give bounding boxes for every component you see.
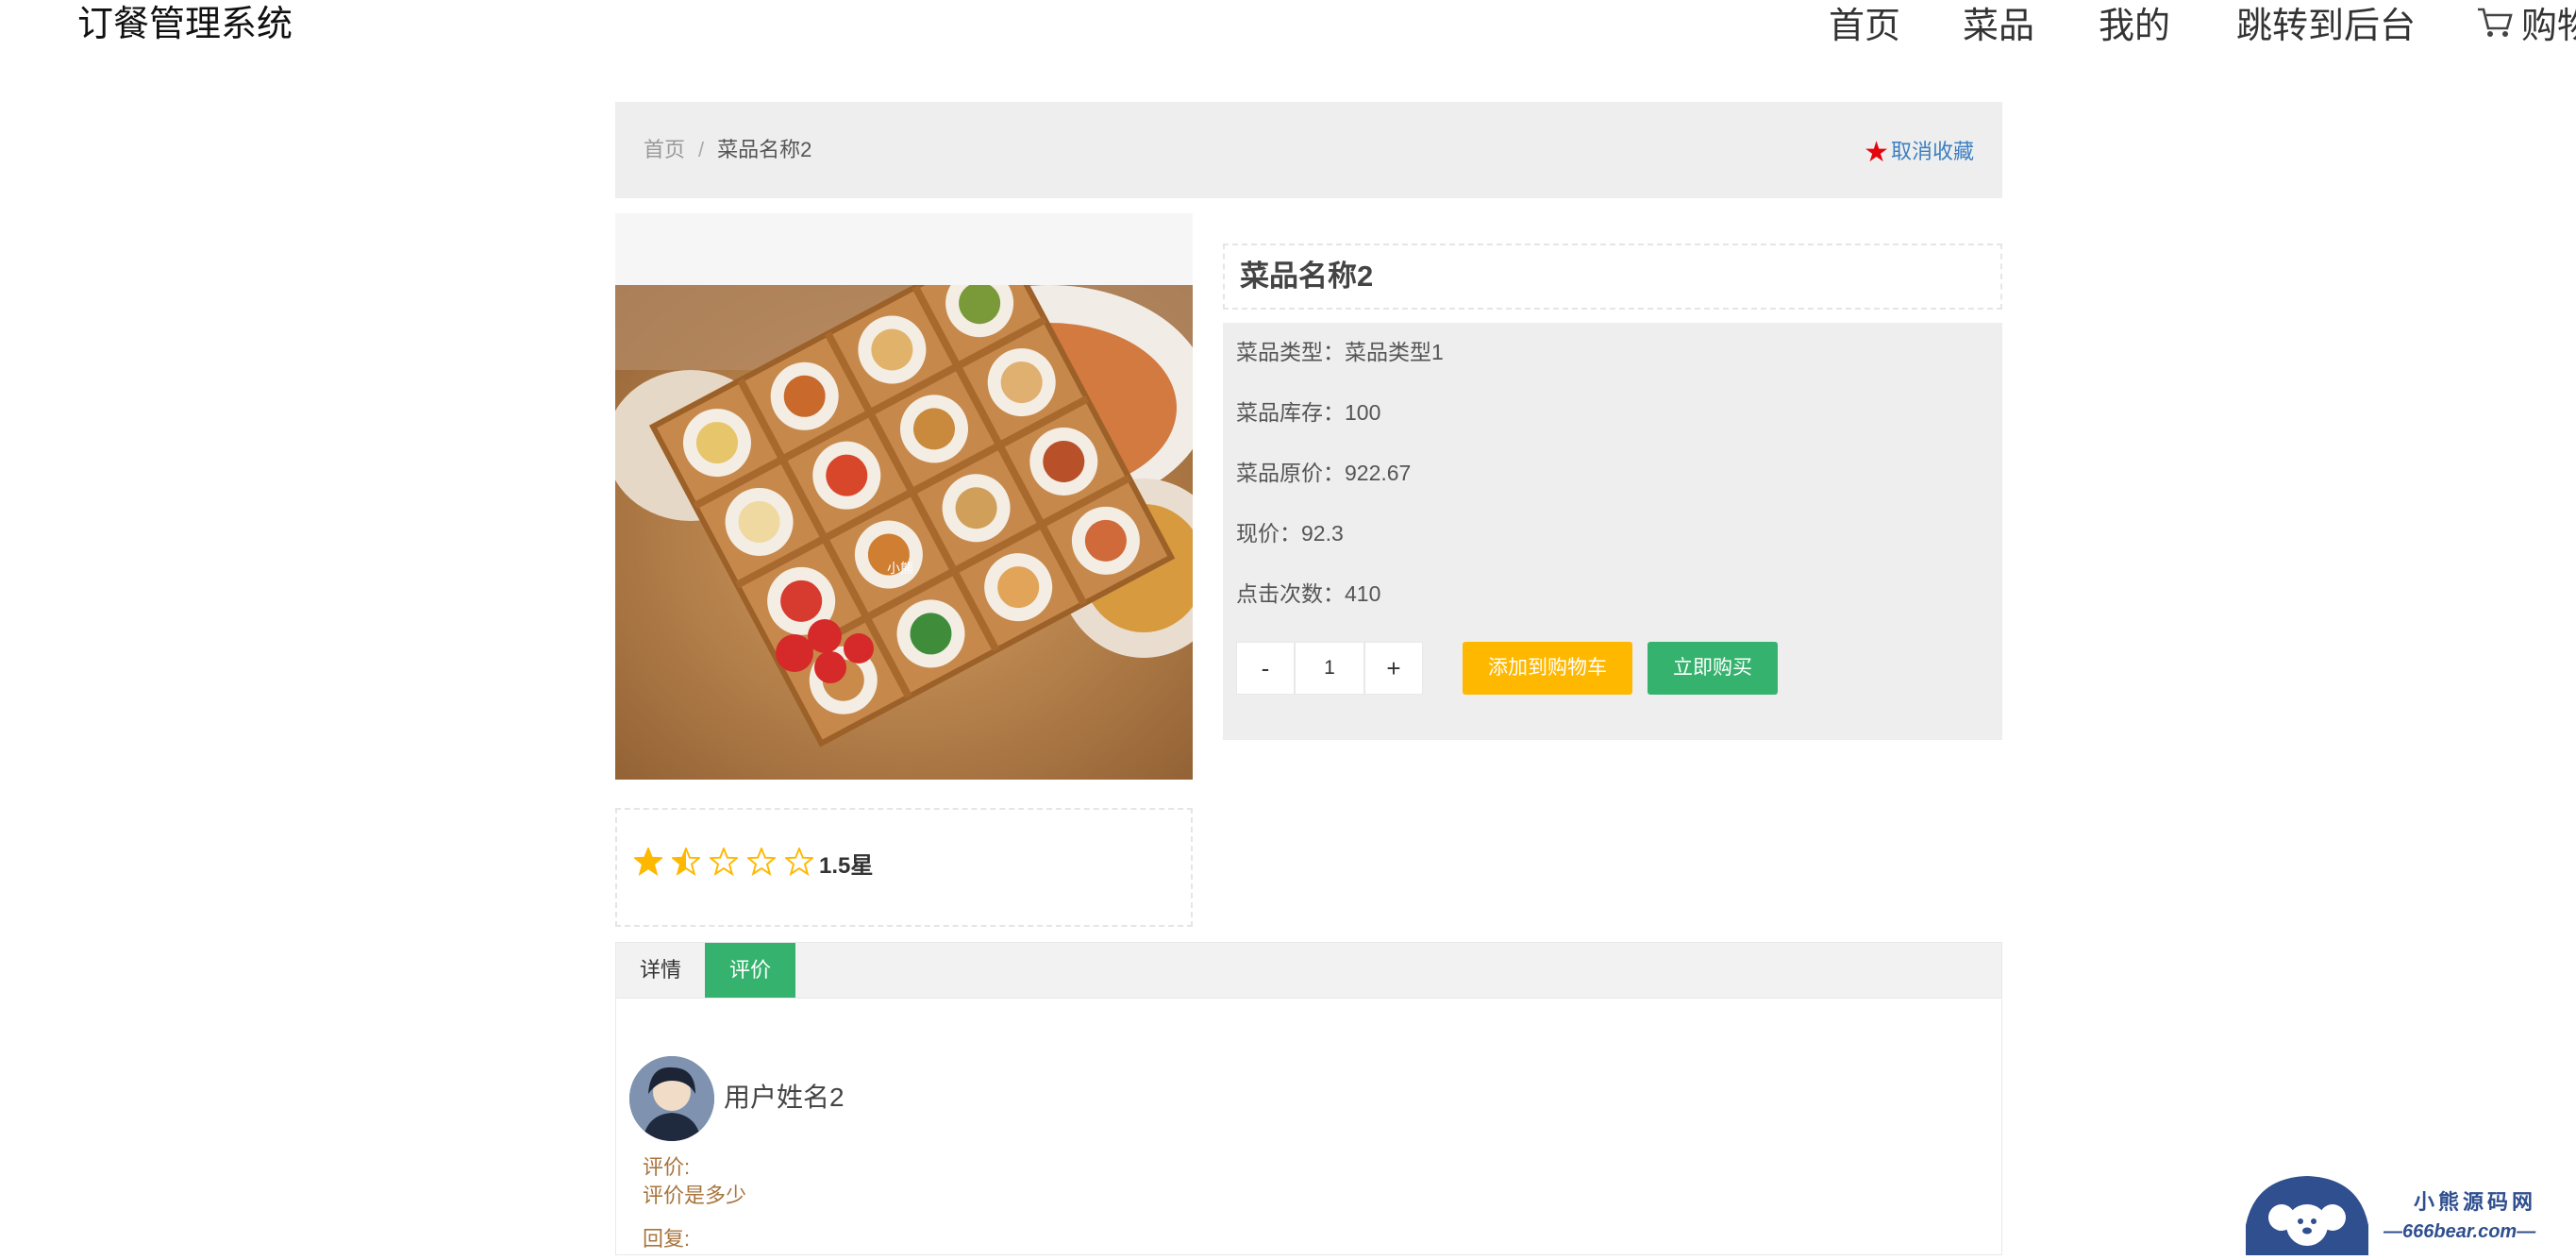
watermark-logo: 小熊源码网 —666bear.com—	[2246, 1168, 2576, 1255]
nav-admin[interactable]: 跳转到后台	[2236, 0, 2416, 53]
tab-header: 详情 评价	[616, 943, 2001, 999]
info-type-label: 菜品类型：	[1236, 340, 1345, 364]
info-type: 菜品类型：菜品类型1	[1236, 338, 1444, 366]
info-price-value: 92.3	[1301, 521, 1344, 546]
info-stock: 菜品库存：100	[1236, 398, 1380, 427]
watermark-title: 小熊源码网	[2414, 1190, 2537, 1214]
buy-now-button[interactable]: 立即购买	[1648, 642, 1778, 695]
breadcrumb-home[interactable]: 首页	[644, 138, 685, 161]
info-price: 现价：92.3	[1236, 519, 1344, 547]
unfavorite-label: 取消收藏	[1890, 140, 1974, 163]
dish-image: 小熊	[615, 285, 1193, 780]
watermark-url: —666bear.com—	[2384, 1221, 2536, 1242]
star-icon[interactable]	[785, 848, 813, 876]
rating-text: 1.5星	[819, 853, 874, 879]
info-stock-label: 菜品库存：	[1236, 400, 1345, 425]
info-stock-value: 100	[1345, 400, 1381, 425]
info-clicks: 点击次数：410	[1236, 580, 1380, 608]
image-caption: 小熊	[887, 561, 913, 576]
watermark-url-text: 666bear.com	[2402, 1221, 2517, 1242]
breadcrumb: 首页 / 菜品名称2	[644, 102, 811, 198]
tab-container: 详情 评价 用户姓名2 评价: 评价是多少 回复:	[615, 942, 2002, 1255]
tab-reviews[interactable]: 评价	[705, 943, 795, 998]
review-label: 评价:	[643, 1155, 691, 1179]
nav-home[interactable]: 首页	[1829, 0, 1900, 53]
info-orig-price-label: 菜品原价：	[1236, 461, 1345, 485]
star-icon[interactable]	[672, 848, 700, 876]
star-icon[interactable]	[710, 848, 738, 876]
info-type-value: 菜品类型1	[1345, 340, 1444, 364]
info-clicks-label: 点击次数：	[1236, 581, 1345, 606]
reply-label: 回复:	[643, 1227, 691, 1251]
review-text: 评价是多少	[643, 1184, 747, 1207]
star-icon: ★	[1864, 137, 1889, 168]
info-orig-price-value: 922.67	[1345, 461, 1412, 485]
star-icon[interactable]	[747, 848, 776, 876]
unfavorite-button[interactable]: ★取消收藏	[1864, 102, 1974, 203]
cart-icon	[2476, 2, 2514, 55]
app-title[interactable]: 订餐管理系统	[77, 0, 293, 49]
breadcrumb-bar: 首页 / 菜品名称2 ★取消收藏	[615, 102, 2002, 198]
nav-cart[interactable]: 购物	[2476, 0, 2576, 55]
info-price-label: 现价：	[1236, 521, 1301, 546]
star-icon[interactable]	[634, 848, 662, 876]
avatar	[629, 1056, 714, 1141]
info-orig-price: 菜品原价：922.67	[1236, 459, 1411, 487]
quantity-input[interactable]: 1	[1295, 642, 1364, 695]
quantity-stepper: - 1 +	[1236, 642, 1423, 695]
dish-title: 菜品名称2	[1240, 260, 1374, 293]
star-rating[interactable]	[634, 848, 813, 876]
dish-info-panel: 菜品类型：菜品类型1 菜品库存：100 菜品原价：922.67 现价：92.3 …	[1223, 323, 2002, 740]
breadcrumb-current: 菜品名称2	[717, 138, 812, 161]
nav-mine[interactable]: 我的	[2099, 0, 2170, 53]
increase-button[interactable]: +	[1364, 642, 1423, 695]
comment-user-name: 用户姓名2	[724, 1083, 845, 1112]
tab-details[interactable]: 详情	[616, 943, 705, 998]
image-panel: 小熊	[615, 213, 1193, 780]
info-clicks-value: 410	[1345, 581, 1381, 606]
nav-dishes[interactable]: 菜品	[1963, 0, 2034, 53]
nav-cart-label: 购物	[2521, 7, 2576, 46]
breadcrumb-separator: /	[698, 138, 705, 161]
rating-box: 1.5星	[615, 808, 1193, 927]
add-to-cart-button[interactable]: 添加到购物车	[1463, 642, 1632, 695]
top-navbar: 订餐管理系统 首页 菜品 我的 跳转到后台 购物	[0, 0, 2576, 57]
decrease-button[interactable]: -	[1236, 642, 1295, 695]
dish-title-box: 菜品名称2	[1223, 244, 2002, 310]
